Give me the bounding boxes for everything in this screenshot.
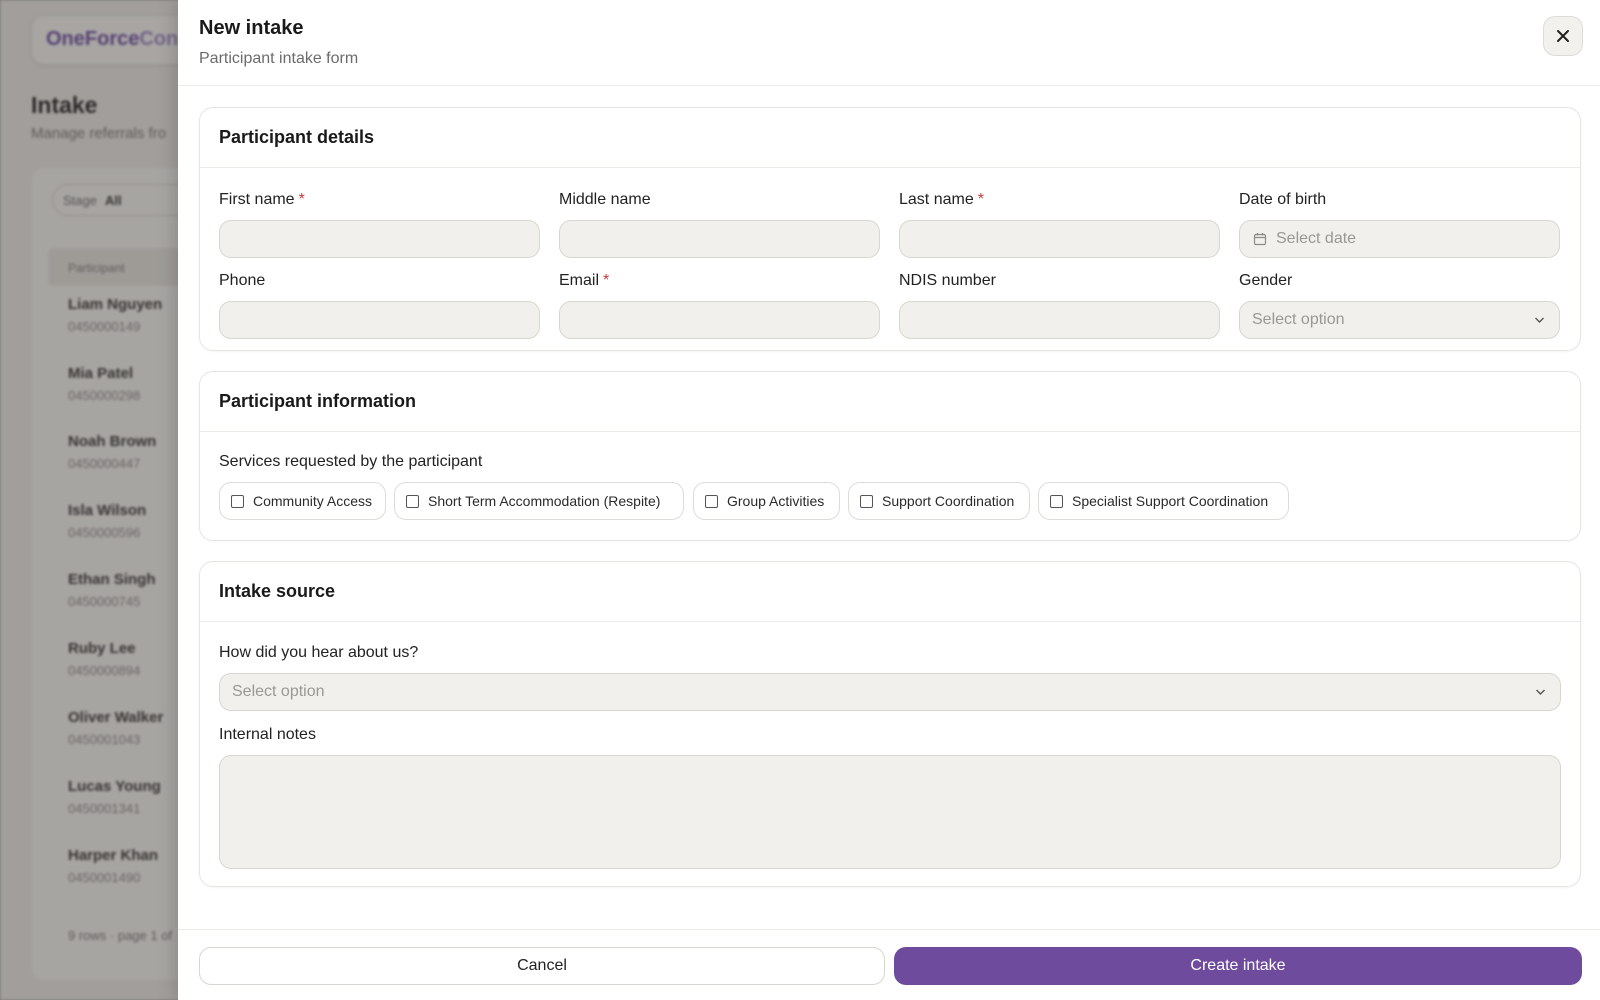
required-mark: * [977,191,984,208]
phone-label: Phone [219,272,266,289]
gender-select[interactable]: Select option [1239,301,1560,339]
ndis-number-label: NDIS number [899,272,996,289]
service-label: Specialist Support Coordination [1072,493,1269,509]
first-name-field: First name * [219,190,540,258]
email-field: Email * [559,271,880,339]
date-of-birth-field: Date of birth Select date [1239,190,1560,258]
checkbox[interactable] [860,494,873,508]
internal-notes-field: Internal notes [219,725,1561,869]
email-input[interactable] [559,301,880,339]
hear-about-select[interactable]: Select option [219,673,1561,711]
service-specialist-support-coordination[interactable]: Specialist Support Coordination [1038,482,1289,520]
service-community-access[interactable]: Community Access [219,482,386,520]
ndis-number-field: NDIS number [899,271,1220,339]
hear-about-placeholder: Select option [232,683,325,700]
participant-information-section: Participant information Services request… [199,371,1581,541]
last-name-label: Last name [899,191,974,208]
ndis-number-input[interactable] [899,301,1220,339]
service-label: Community Access [253,493,373,509]
drawer-title: New intake [199,17,304,39]
calendar-icon [1253,233,1267,246]
date-of-birth-label: Date of birth [1239,191,1327,208]
close-button[interactable] [1543,16,1583,56]
service-label: Short Term Accommodation (Respite) [428,493,661,509]
service-label: Group Activities [727,493,825,509]
intake-source-section: Intake source How did you hear about us?… [199,561,1581,887]
checkbox[interactable] [705,494,718,508]
cancel-button[interactable]: Cancel [199,947,885,985]
checkbox[interactable] [231,494,244,508]
first-name-label: First name [219,191,295,208]
internal-notes-label: Internal notes [219,726,316,743]
date-of-birth-picker[interactable]: Select date [1239,220,1560,258]
hear-about-field: How did you hear about us? Select option [219,643,1561,711]
gender-label: Gender [1239,272,1293,289]
close-icon [1557,30,1569,42]
services-label: Services requested by the participant [219,453,483,470]
email-label: Email [559,272,600,289]
last-name-input[interactable] [899,220,1220,258]
drawer-subtitle: Participant intake form [199,50,359,67]
chevron-down-icon [1535,317,1544,323]
phone-field: Phone [219,271,540,339]
required-mark: * [603,272,610,289]
middle-name-label: Middle name [559,191,651,208]
chevron-down-icon [1536,689,1545,695]
gender-placeholder: Select option [1252,311,1345,328]
service-short-term-accommodation[interactable]: Short Term Accommodation (Respite) [394,482,684,520]
required-mark: * [298,191,305,208]
drawer-header: New intake Participant intake form [178,0,1600,86]
service-support-coordination[interactable]: Support Coordination [848,482,1030,520]
phone-input[interactable] [219,301,540,339]
hear-about-label: How did you hear about us? [219,644,419,661]
last-name-field: Last name * [899,190,1220,258]
section-heading: Intake source [200,562,1580,622]
section-heading: Participant details [200,108,1580,168]
drawer-footer: Cancel Create intake [178,929,1600,1000]
date-of-birth-placeholder: Select date [1276,230,1357,247]
middle-name-input[interactable] [559,220,880,258]
checkbox[interactable] [406,494,419,508]
middle-name-field: Middle name [559,190,880,258]
checkbox[interactable] [1050,494,1063,508]
first-name-input[interactable] [219,220,540,258]
gender-field: Gender Select option [1239,271,1560,339]
service-label: Support Coordination [882,493,1015,509]
new-intake-drawer: New intake Participant intake form Parti… [178,0,1600,1000]
participant-details-section: Participant details First name * Middle n… [199,107,1581,351]
create-intake-button[interactable]: Create intake [894,947,1582,985]
internal-notes-textarea[interactable] [219,755,1561,869]
section-heading: Participant information [200,372,1580,432]
service-group-activities[interactable]: Group Activities [693,482,840,520]
